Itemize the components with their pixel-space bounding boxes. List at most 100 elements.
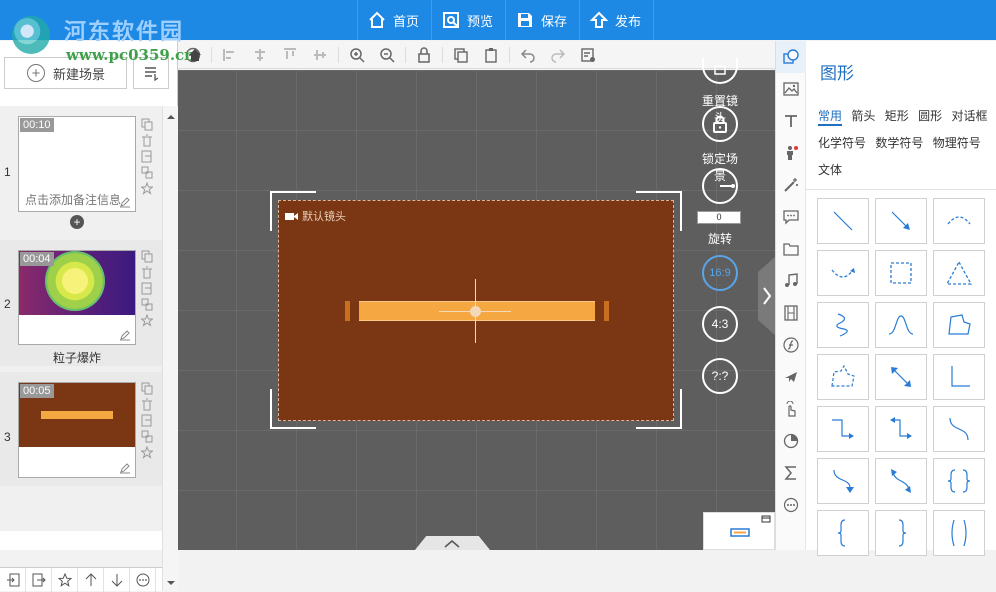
scroll-down-icon[interactable]	[164, 578, 178, 588]
folder-tab[interactable]	[776, 233, 806, 265]
more-types-tab[interactable]	[776, 489, 806, 521]
video-tab[interactable]	[776, 297, 806, 329]
scene-thumbnail[interactable]: 00:04	[18, 250, 136, 345]
shape-wave[interactable]	[875, 302, 927, 348]
more-button[interactable]	[130, 568, 156, 592]
favorite-scene-button[interactable]	[140, 181, 154, 196]
align-center-button[interactable]	[245, 41, 275, 69]
import-button[interactable]	[0, 568, 26, 592]
tab-dialogs[interactable]: 对话框	[951, 109, 987, 123]
add-scene-button[interactable]: +	[70, 215, 84, 229]
tab-arrows[interactable]: 箭头	[851, 109, 875, 123]
favorite-button[interactable]	[52, 568, 78, 592]
lock-scene-button[interactable]	[702, 106, 738, 142]
duplicate-scene-button[interactable]	[141, 166, 153, 180]
tab-math[interactable]: 数学符号	[875, 136, 923, 150]
copy-scene-button[interactable]	[141, 382, 153, 396]
shape-dashed-rectangle[interactable]	[875, 250, 927, 296]
dialog-tab[interactable]	[776, 201, 806, 233]
scene-note[interactable]: 点击添加备注信息	[25, 191, 125, 208]
scene-scrollbar[interactable]	[162, 106, 178, 591]
move-up-button[interactable]	[78, 568, 104, 592]
tab-rectangles[interactable]: 矩形	[885, 109, 909, 123]
scroll-up-icon[interactable]	[164, 112, 178, 122]
ratio-16-9-control[interactable]: 16:9	[698, 255, 742, 291]
shape-dashed-triangle[interactable]	[933, 250, 985, 296]
duplicate-scene-button[interactable]	[141, 430, 153, 444]
ratio-custom-control[interactable]: ?:?	[698, 358, 742, 394]
home-tool-icon[interactable]	[188, 48, 202, 62]
rotate-dial[interactable]	[702, 168, 738, 204]
reset-camera-button[interactable]	[702, 58, 738, 84]
shape-dashed-curve-arrow[interactable]	[817, 250, 869, 296]
shape-curved-double-arrow[interactable]	[875, 458, 927, 504]
shape-elbow-arrow[interactable]	[817, 406, 869, 452]
insert-scene-button[interactable]	[141, 150, 153, 164]
export-button[interactable]	[26, 568, 52, 592]
stage-canvas[interactable]: 默认镜头	[178, 70, 775, 550]
ratio-custom-button[interactable]: ?:?	[702, 358, 738, 394]
zoom-out-button[interactable]	[372, 41, 402, 69]
duplicate-scene-button[interactable]	[141, 298, 153, 312]
shape-s-curve[interactable]	[933, 406, 985, 452]
gesture-tab[interactable]	[776, 393, 806, 425]
scene-item[interactable]: 3 00:05	[0, 372, 162, 486]
favorite-scene-button[interactable]	[140, 313, 154, 328]
redo-button[interactable]	[543, 41, 573, 69]
delete-scene-button[interactable]	[141, 266, 153, 280]
effects-tab[interactable]	[776, 169, 806, 201]
crosshair-center[interactable]	[470, 306, 481, 317]
zoom-in-button[interactable]	[342, 41, 372, 69]
publish-button[interactable]: 发布	[579, 0, 655, 40]
shape-dashed-freeform[interactable]	[817, 354, 869, 400]
copy-scene-button[interactable]	[141, 250, 153, 264]
ratio-16-9-button[interactable]: 16:9	[702, 255, 738, 291]
math-tab[interactable]	[776, 457, 806, 489]
image-tab[interactable]	[776, 73, 806, 105]
shape-line[interactable]	[817, 198, 869, 244]
insert-scene-button[interactable]	[141, 414, 153, 428]
camera-frame[interactable]: 默认镜头	[278, 200, 674, 421]
align-middle-button[interactable]	[305, 41, 335, 69]
character-tab[interactable]	[776, 137, 806, 169]
copy-button[interactable]	[446, 41, 476, 69]
edit-icon[interactable]	[119, 462, 131, 474]
tab-common[interactable]: 常用	[818, 109, 843, 126]
tab-circles[interactable]: 圆形	[918, 109, 942, 123]
tab-physics[interactable]: 物理符号	[933, 136, 981, 150]
shape-double-arrow[interactable]	[875, 354, 927, 400]
lock-button[interactable]	[409, 41, 439, 69]
ratio-4-3-control[interactable]: 4:3	[698, 306, 742, 342]
align-top-button[interactable]	[275, 41, 305, 69]
text-tab[interactable]	[776, 105, 806, 137]
preview-button[interactable]: 预览	[431, 0, 505, 40]
edit-icon[interactable]	[119, 329, 131, 341]
ratio-4-3-button[interactable]: 4:3	[702, 306, 738, 342]
save-button[interactable]: 保存	[505, 0, 579, 40]
shape-scribble[interactable]	[817, 302, 869, 348]
transport-tab[interactable]	[776, 361, 806, 393]
delete-scene-button[interactable]	[141, 398, 153, 412]
tab-sports[interactable]: 文体	[818, 163, 842, 177]
minimap[interactable]	[703, 512, 775, 550]
music-tab[interactable]	[776, 265, 806, 297]
scene-thumbnail[interactable]: 00:10 点击添加备注信息	[18, 116, 136, 212]
shape-freeform[interactable]	[933, 302, 985, 348]
shape-right-brace[interactable]	[875, 510, 927, 556]
tab-chemistry[interactable]: 化学符号	[818, 136, 866, 150]
timeline-toggle[interactable]	[415, 536, 490, 550]
scene-name[interactable]: 粒子爆炸	[18, 349, 136, 366]
settings-button[interactable]	[573, 41, 603, 69]
scene-thumbnail[interactable]: 00:05	[18, 382, 136, 478]
shape-elbow-line[interactable]	[933, 354, 985, 400]
shape-dashed-arc[interactable]	[933, 198, 985, 244]
rotate-control[interactable]	[698, 168, 742, 204]
shapes-tab[interactable]	[776, 41, 806, 73]
chart-tab[interactable]	[776, 425, 806, 457]
scene-item[interactable]: 1 00:10 点击添加备注信息 +	[0, 112, 162, 229]
shape-brackets[interactable]	[933, 510, 985, 556]
delete-scene-button[interactable]	[141, 134, 153, 148]
shape-elbow-double-arrow[interactable]	[875, 406, 927, 452]
undo-button[interactable]	[513, 41, 543, 69]
panel-collapse-handle[interactable]	[758, 256, 775, 336]
